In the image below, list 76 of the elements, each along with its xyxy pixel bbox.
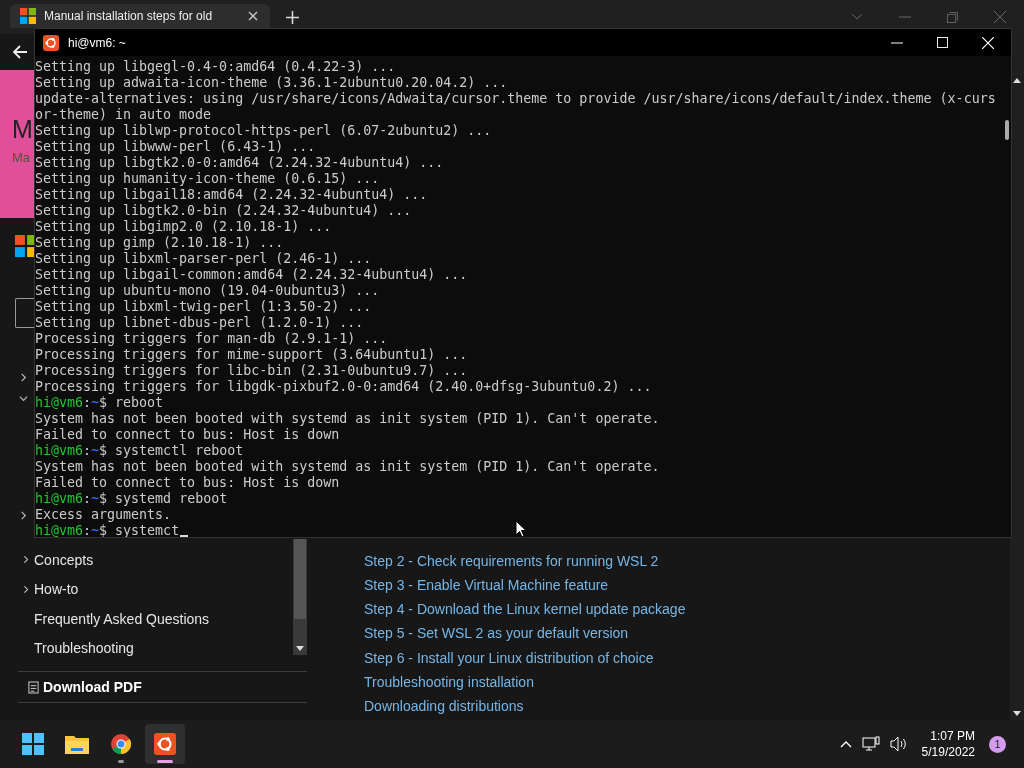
terminal-output: or-theme) in auto mode: [35, 107, 213, 123]
toc-link[interactable]: Step 5 - Set WSL 2 as your default version: [364, 623, 1010, 648]
download-pdf-link[interactable]: Download PDF: [18, 679, 142, 695]
terminal-prompt-line: hi@vm6:~$ systemct: [35, 523, 180, 537]
tab-title: Manual installation steps for old: [44, 9, 214, 23]
speaker-icon[interactable]: [889, 736, 908, 752]
terminal-prompt-line: hi@vm6:~$ systemctl reboot: [35, 443, 244, 459]
terminal-output: Processing triggers for man-db (2.9.1-1) ...: [35, 331, 389, 347]
terminal-output: Setting up liblwp-protocol-https-perl (6.07-2ubuntu2) ...: [35, 123, 493, 139]
terminal-output: Setting up libgail18:amd64 (2.24.32-4ubuntu4) ...: [35, 187, 429, 203]
terminal-output: Setting up libgtk2.0-bin (2.24.32-4ubuntu4) ...: [35, 203, 413, 219]
maximize-icon[interactable]: [937, 37, 948, 48]
chevron-icon[interactable]: [19, 373, 28, 382]
terminal-output: Setting up libgtk2.0-0:amd64 (2.24.32-4ubuntu4) ...: [35, 155, 445, 171]
toc-link[interactable]: Troubleshooting installation: [364, 671, 1010, 696]
terminal-output: Setting up libxml-parser-perl (2.46-1) ...: [35, 251, 373, 267]
terminal-output: Setting up humanity-icon-theme (0.6.15) ...: [35, 171, 381, 187]
ubuntu-logo-icon: [43, 34, 59, 51]
toc-link[interactable]: Step 4 - Download the Linux kernel update package: [364, 599, 1010, 624]
toc-link[interactable]: Step 2 - Check requirements for running WSL 2: [364, 551, 1010, 576]
taskbar-app[interactable]: [145, 724, 185, 764]
browser-tab[interactable]: Manual installation steps for old: [10, 4, 270, 28]
terminal-output: Setting up libwww-perl (6.43-1) ...: [35, 139, 317, 155]
terminal-scrollbar[interactable]: [1005, 120, 1009, 140]
terminal-output: System has not been booted with systemd as init system (PID 1). Can't operate.: [35, 411, 661, 427]
scroll-up-arrow-icon[interactable]: [1013, 78, 1021, 83]
terminal-output: Setting up libxml-twig-perl (1:3.50-2) ...: [35, 299, 373, 315]
notification-badge[interactable]: 1: [989, 735, 1006, 753]
toc-link[interactable]: Downloading distributions: [364, 695, 1010, 720]
terminal-output: Processing triggers for libgdk-pixbuf2.0-0:amd64 (2.40.0+dfsg-3ubuntu0.2) ...: [35, 379, 653, 395]
chevron-icon: [22, 555, 30, 565]
scroll-down-arrow-icon[interactable]: [1013, 711, 1021, 716]
chrome-logo-icon: [110, 733, 132, 755]
ubuntu-logo-icon: [154, 733, 176, 755]
windows-start-icon: [22, 733, 44, 755]
chevron-up-icon[interactable]: [839, 740, 852, 748]
terminal-output: Setting up libgimp2.0 (2.10.18-1) ...: [35, 219, 333, 235]
terminal-output: Setting up gimp (2.10.18-1) ...: [35, 235, 285, 251]
back-arrow-icon[interactable]: [12, 44, 28, 60]
terminal-output: Processing triggers for libc-bin (2.31-0ubuntu9.7) ...: [35, 363, 469, 379]
scroll-down-arrow-icon[interactable]: [296, 646, 304, 651]
window-title: hi@vm6: ~: [68, 35, 126, 50]
restore-icon[interactable]: [947, 11, 958, 23]
terminal-output: Setting up libgail-common:amd64 (2.24.32-4ubuntu4) ...: [35, 267, 469, 283]
chevron-down-icon[interactable]: [851, 13, 863, 21]
network-icon[interactable]: [861, 736, 880, 752]
chevron-icon[interactable]: [19, 511, 28, 520]
terminal-output: Failed to connect to bus: Host is down: [35, 475, 341, 491]
terminal-output: Processing triggers for mime-support (3.64ubuntu1) ...: [35, 347, 469, 363]
terminal-prompt-line: hi@vm6:~$ systemd reboot: [35, 491, 228, 507]
clock-time[interactable]: 1:07 PM: [930, 728, 975, 744]
banner-heading: M: [12, 114, 33, 144]
windows-logo-icon: [20, 8, 36, 24]
terminal-output: Setting up libgegl-0.4-0:amd64 (0.4.22-3) ...: [35, 59, 397, 75]
nav-item[interactable]: How-to: [22, 574, 293, 604]
clock-date[interactable]: 5/19/2022: [921, 744, 975, 760]
document-icon: [28, 680, 39, 694]
terminal-prompt-line: hi@vm6:~$ reboot: [35, 395, 164, 411]
chevron-icon[interactable]: [19, 394, 28, 403]
banner-subheading: Ma: [12, 150, 31, 165]
chevron-icon: [22, 584, 30, 594]
toc-link[interactable]: Step 6 - Install your Linux distribution of choice: [364, 647, 1010, 672]
terminal-output: Excess arguments.: [35, 507, 173, 523]
nav-item[interactable]: Troubleshooting: [22, 633, 293, 663]
terminal-output: Setting up adwaita-icon-theme (3.36.1-2ubuntu0.20.04.2) ...: [35, 75, 509, 91]
terminal-output: Failed to connect to bus: Host is down: [35, 427, 341, 443]
toc-link[interactable]: Step 3 - Enable Virtual Machine feature: [364, 575, 1010, 600]
terminal-output: Setting up ubuntu-mono (19.04-0ubuntu3) ...: [35, 283, 381, 299]
new-tab-icon[interactable]: [286, 10, 299, 24]
terminal-output: update-alternatives: using /usr/share/icons/Adwaita/cursor.theme to provide /usr/share/icons/default/index.theme (x-curs: [35, 91, 995, 107]
nav-item[interactable]: Concepts: [22, 545, 293, 575]
terminal-output: System has not been booted with systemd as init system (PID 1). Can't operate.: [35, 459, 661, 475]
nav-item[interactable]: Frequently Asked Questions: [22, 604, 293, 634]
sidebar-scrollbar[interactable]: [293, 539, 307, 655]
terminal-output: Setting up libnet-dbus-perl (1.2.0-1) ...: [35, 315, 365, 331]
folder-icon: [65, 734, 89, 754]
